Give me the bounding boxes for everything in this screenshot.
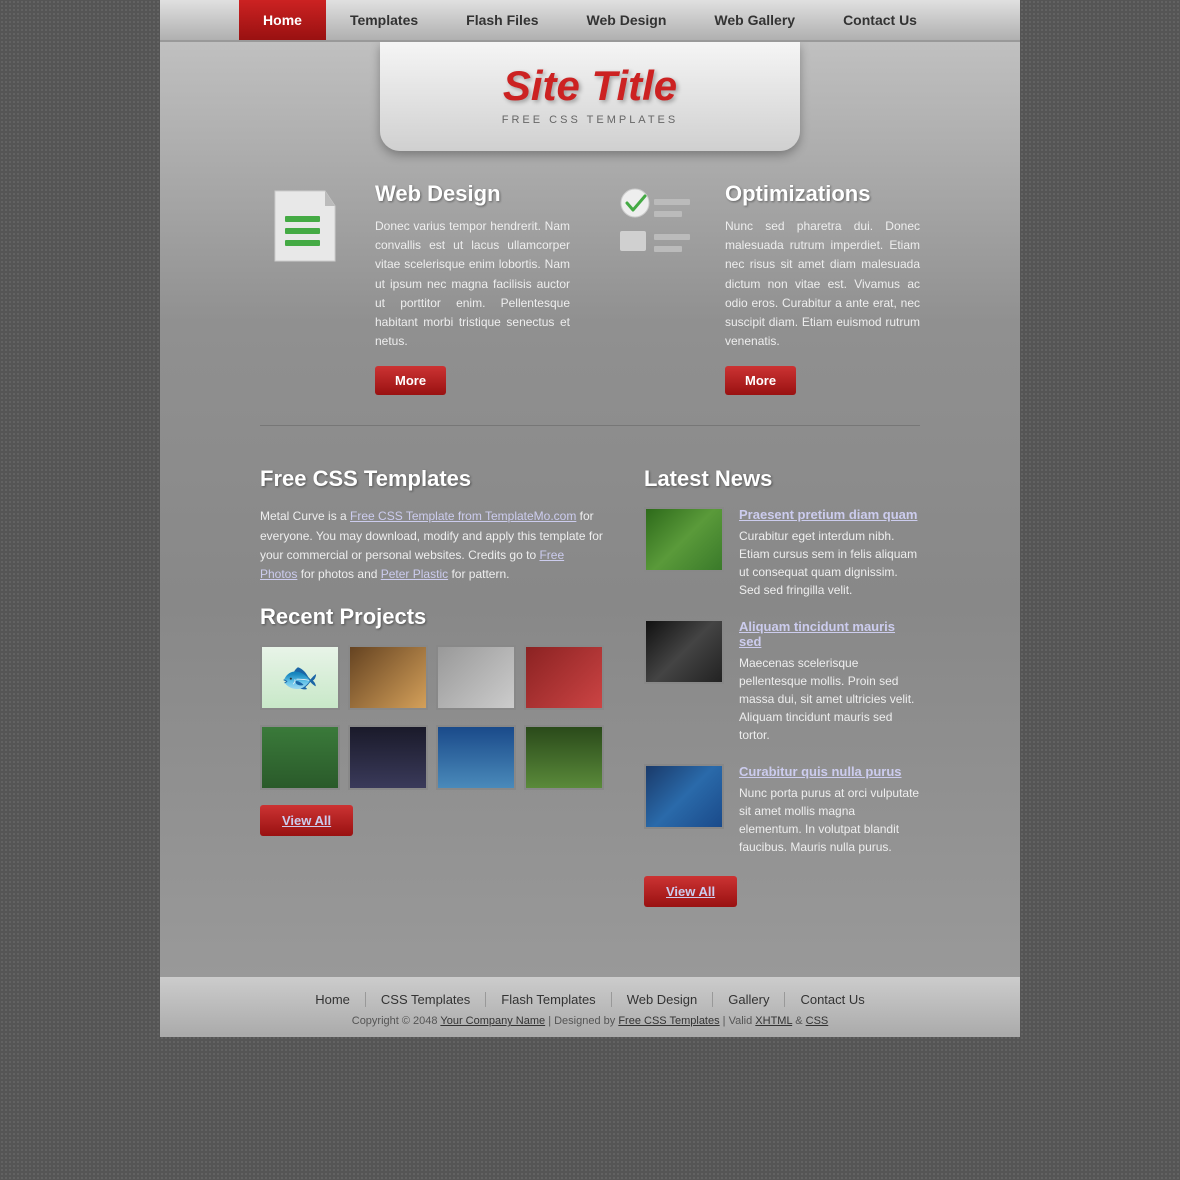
optimizations-icon: [610, 181, 700, 271]
news-item-2-body: Maecenas scelerisque pellentesque mollis…: [739, 654, 920, 744]
free-css-title: Free CSS Templates: [260, 466, 604, 492]
header-banner: Site Title FREE CSS TEMPLATES: [380, 42, 800, 151]
footer-link-css-templates[interactable]: CSS Templates: [366, 992, 486, 1007]
project-grid-row2: [260, 725, 604, 790]
footer-link-gallery[interactable]: Gallery: [713, 992, 785, 1007]
news-item-3-title[interactable]: Curabitur quis nulla purus: [739, 764, 920, 779]
news-item-2-title[interactable]: Aliquam tincidunt mauris sed: [739, 619, 920, 649]
optimizations-text: Optimizations Nunc sed pharetra dui. Don…: [725, 181, 920, 395]
nav-contact-us[interactable]: Contact Us: [819, 0, 941, 40]
top-content: Web Design Donec varius tempor hendrerit…: [160, 151, 1020, 466]
web-design-icon-wrapper: [260, 181, 360, 395]
lower-left-col: Free CSS Templates Metal Curve is a Free…: [260, 466, 604, 907]
news-view-all-button[interactable]: View All: [644, 876, 737, 907]
news-item-3-body: Nunc porta purus at orci vulputate sit a…: [739, 784, 920, 856]
latest-news-title: Latest News: [644, 466, 920, 492]
optimizations-more-button[interactable]: More: [725, 366, 796, 395]
news-item-1-text: Praesent pretium diam quam Curabitur ege…: [739, 507, 920, 599]
site-subtitle: FREE CSS TEMPLATES: [420, 114, 760, 126]
nav-home[interactable]: Home: [239, 0, 326, 40]
lower-content: Free CSS Templates Metal Curve is a Free…: [160, 466, 1020, 937]
footer-link-home[interactable]: Home: [300, 992, 366, 1007]
news-thumb-3: [644, 764, 724, 829]
news-thumb-1: [644, 507, 724, 572]
footer-link-web-design[interactable]: Web Design: [612, 992, 714, 1007]
nav-templates[interactable]: Templates: [326, 0, 442, 40]
footer: Home CSS Templates Flash Templates Web D…: [160, 977, 1020, 1037]
free-css-intro: Metal Curve is a: [260, 509, 350, 523]
project-thumb-2[interactable]: [348, 645, 428, 710]
footer-copyright-text: Copyright © 2048: [352, 1015, 441, 1027]
footer-and: &: [792, 1015, 805, 1027]
footer-link-contact[interactable]: Contact Us: [785, 992, 879, 1007]
footer-designed-link[interactable]: Free CSS Templates: [618, 1015, 719, 1027]
main-nav: Home Templates Flash Files Web Design We…: [160, 0, 1020, 42]
news-item-2: Aliquam tincidunt mauris sed Maecenas sc…: [644, 619, 920, 744]
project-thumb-4[interactable]: [524, 645, 604, 710]
section-divider: [260, 425, 920, 426]
optimizations-section: Optimizations Nunc sed pharetra dui. Don…: [610, 181, 920, 395]
nav-flash-files[interactable]: Flash Files: [442, 0, 562, 40]
news-item-3-text: Curabitur quis nulla purus Nunc porta pu…: [739, 764, 920, 856]
optimizations-icon-wrapper: [610, 181, 710, 395]
projects-view-all-button[interactable]: View All: [260, 805, 353, 836]
news-item-1-title[interactable]: Praesent pretium diam quam: [739, 507, 920, 522]
project-thumb-6[interactable]: [348, 725, 428, 790]
footer-valid-text: | Valid: [720, 1015, 756, 1027]
footer-xhtml-link[interactable]: XHTML: [755, 1015, 792, 1027]
footer-designed-by: | Designed by: [545, 1015, 618, 1027]
project-thumb-1[interactable]: [260, 645, 340, 710]
footer-link-flash-templates[interactable]: Flash Templates: [486, 992, 611, 1007]
site-title: Site Title: [420, 62, 760, 110]
news-thumb-2: [644, 619, 724, 684]
footer-copyright: Copyright © 2048 Your Company Name | Des…: [160, 1015, 1020, 1027]
news-item-1-body: Curabitur eget interdum nibh. Etiam curs…: [739, 527, 920, 599]
web-design-icon: [260, 181, 350, 271]
project-thumb-3[interactable]: [436, 645, 516, 710]
footer-company-link[interactable]: Your Company Name: [440, 1015, 545, 1027]
main-content-area: Site Title FREE CSS TEMPLATES: [160, 42, 1020, 977]
top-two-col: Web Design Donec varius tempor hendrerit…: [260, 181, 920, 395]
nav-web-design[interactable]: Web Design: [563, 0, 691, 40]
footer-css-link[interactable]: CSS: [806, 1015, 829, 1027]
news-item-1: Praesent pretium diam quam Curabitur ege…: [644, 507, 920, 599]
free-css-link3[interactable]: Peter Plastic: [381, 567, 448, 581]
project-thumb-8[interactable]: [524, 725, 604, 790]
news-item-3: Curabitur quis nulla purus Nunc porta pu…: [644, 764, 920, 856]
optimizations-body: Nunc sed pharetra dui. Donec malesuada r…: [725, 217, 920, 351]
lower-right-col: Latest News Praesent pretium diam quam C…: [644, 466, 920, 907]
web-design-section: Web Design Donec varius tempor hendrerit…: [260, 181, 570, 395]
web-design-more-button[interactable]: More: [375, 366, 446, 395]
web-design-text: Web Design Donec varius tempor hendrerit…: [375, 181, 570, 395]
free-css-middle2: for photos and: [297, 567, 380, 581]
project-thumb-5[interactable]: [260, 725, 340, 790]
web-design-title: Web Design: [375, 181, 570, 207]
project-thumb-7[interactable]: [436, 725, 516, 790]
free-css-link1[interactable]: Free CSS Template from TemplateMo.com: [350, 509, 576, 523]
free-css-end: for pattern.: [448, 567, 509, 581]
nav-web-gallery[interactable]: Web Gallery: [690, 0, 819, 40]
news-item-2-text: Aliquam tincidunt mauris sed Maecenas sc…: [739, 619, 920, 744]
free-css-body: Metal Curve is a Free CSS Template from …: [260, 507, 604, 584]
web-design-body: Donec varius tempor hendrerit. Nam conva…: [375, 217, 570, 351]
recent-projects-title: Recent Projects: [260, 604, 604, 630]
optimizations-title: Optimizations: [725, 181, 920, 207]
footer-links: Home CSS Templates Flash Templates Web D…: [160, 992, 1020, 1007]
project-grid-row1: [260, 645, 604, 710]
